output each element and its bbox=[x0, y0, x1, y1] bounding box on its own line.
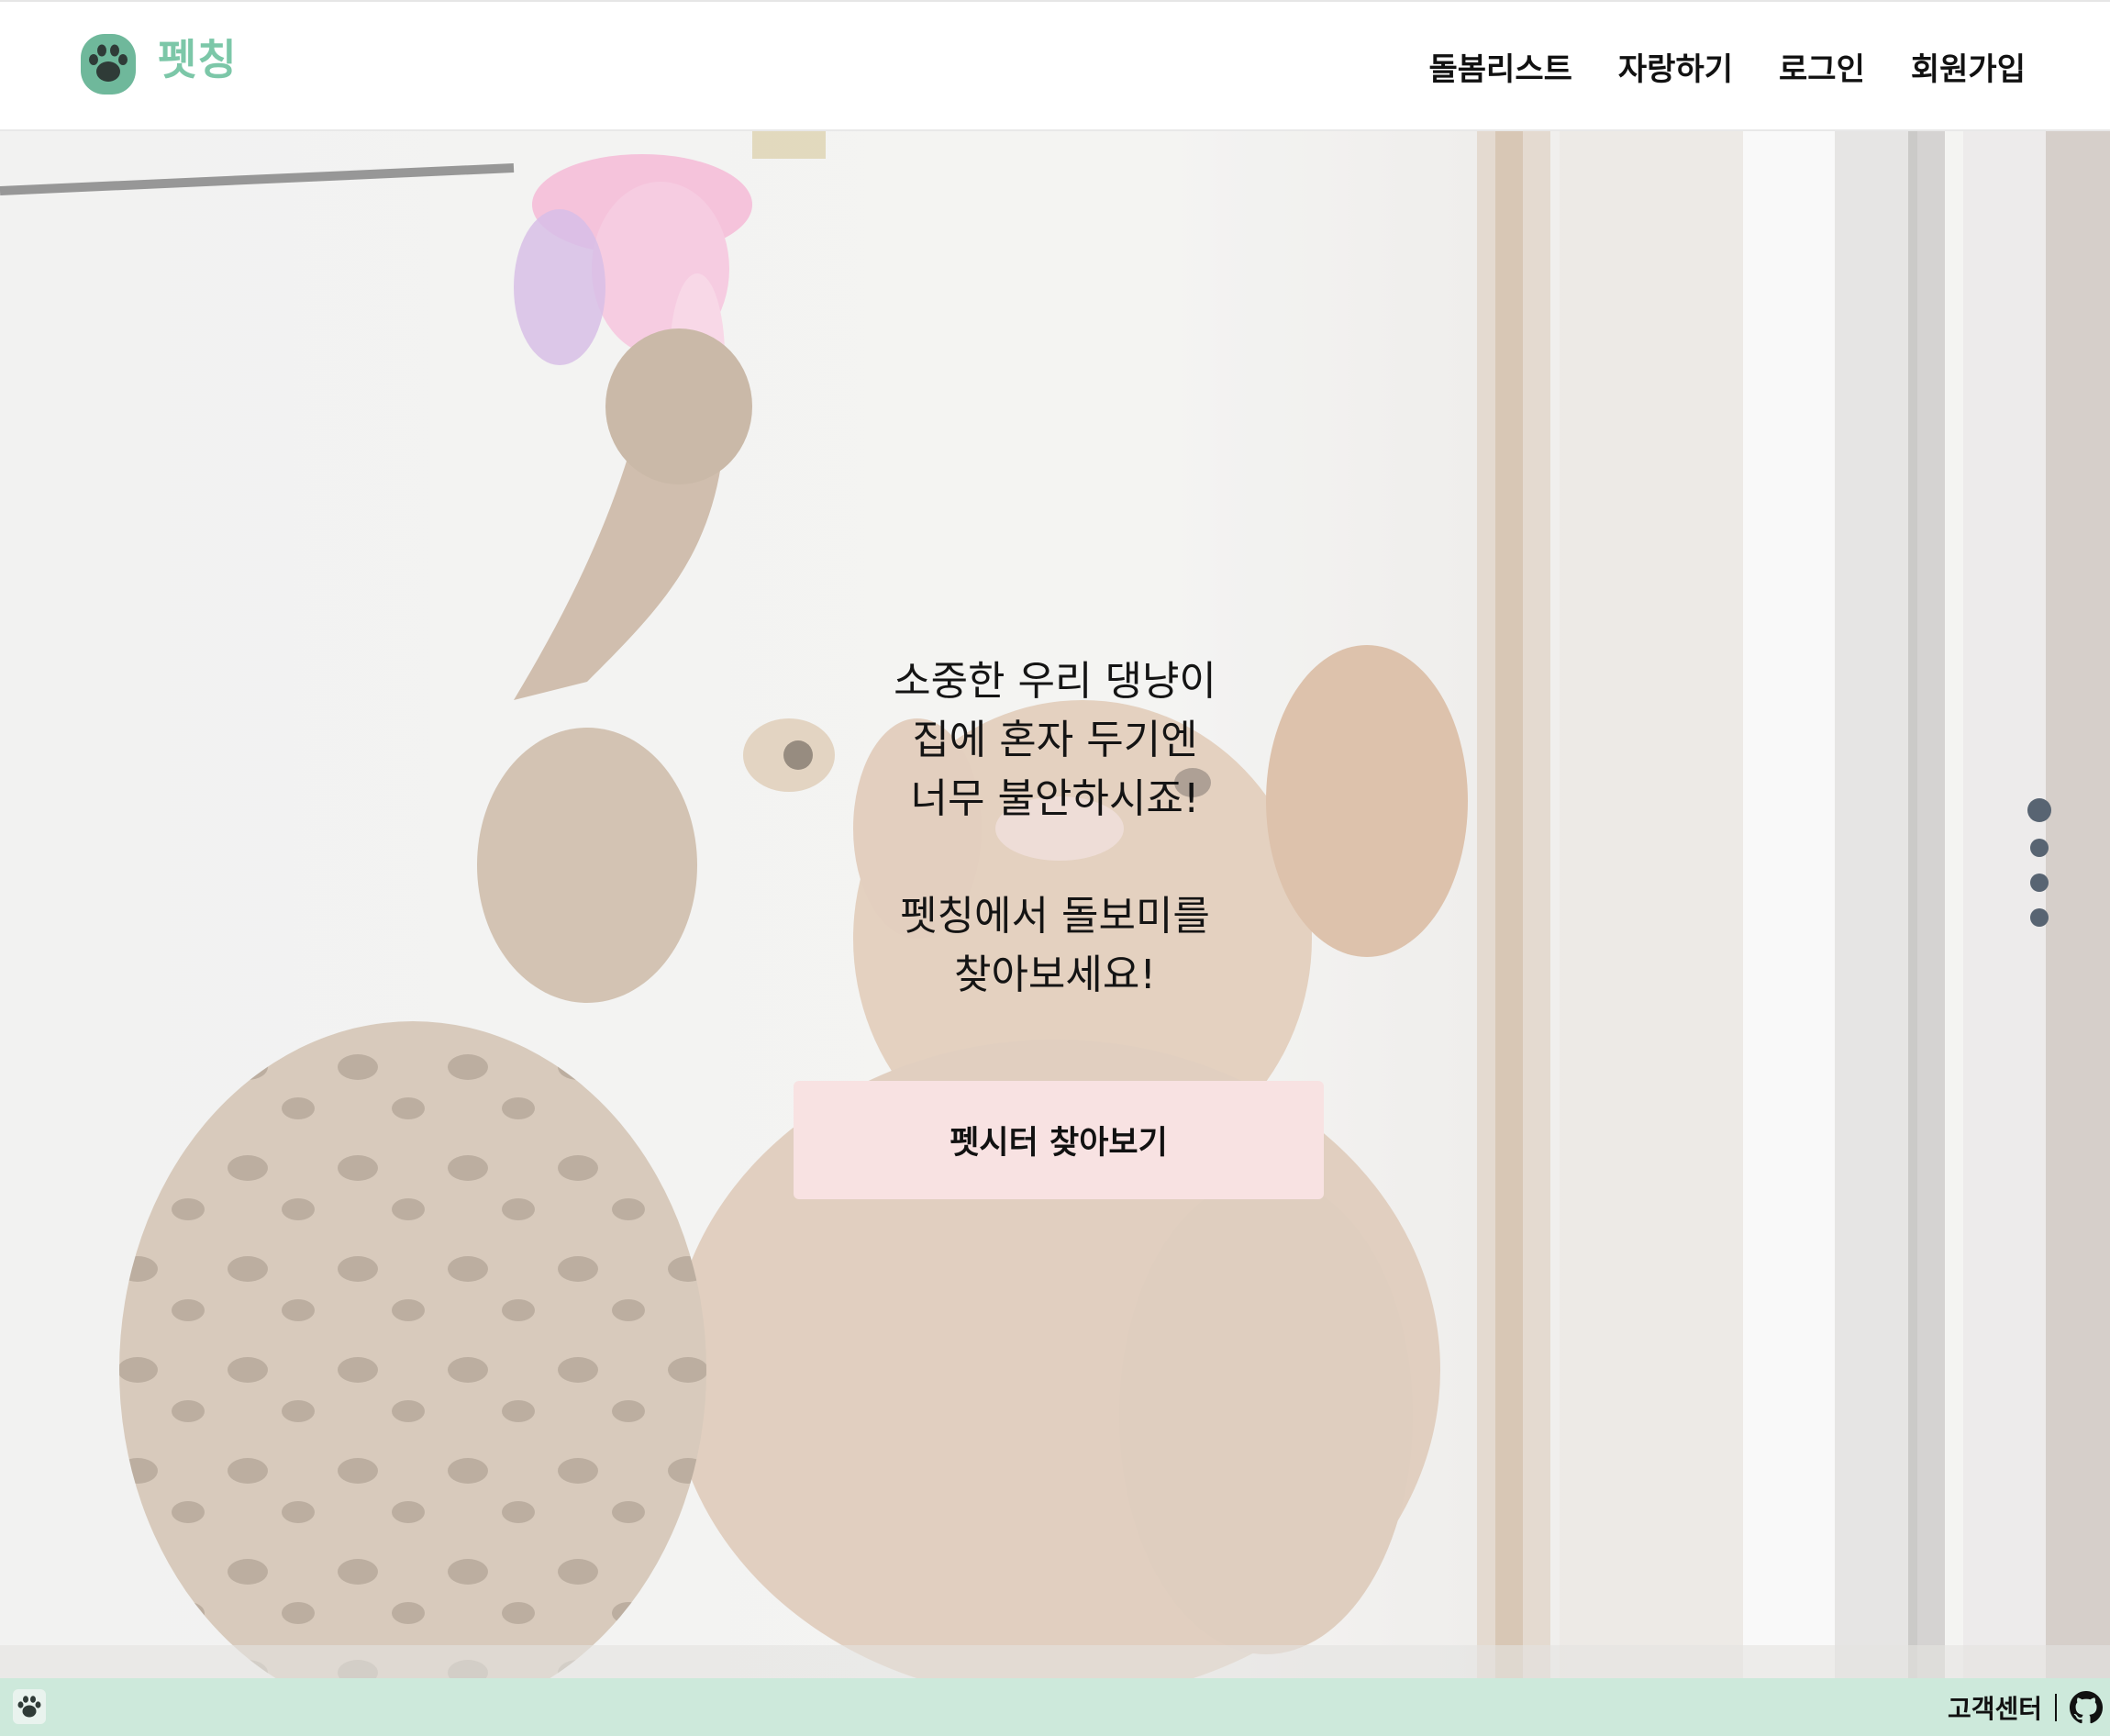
slider-dot-4[interactable] bbox=[2030, 908, 2049, 927]
nav-login[interactable]: 로그인 bbox=[1779, 44, 1865, 89]
hero-spacer bbox=[688, 829, 1422, 887]
paw-icon[interactable] bbox=[13, 1689, 46, 1724]
hero-line: 소중한 우리 댕냥이 bbox=[894, 658, 1216, 705]
slider-dot-1[interactable] bbox=[2027, 798, 2051, 822]
nav-signup[interactable]: 회원가입 bbox=[1911, 44, 2026, 89]
brand-name: 펫칭 bbox=[158, 35, 238, 84]
brand-logo[interactable]: 펫칭 bbox=[79, 29, 238, 99]
hero-line: 찾아보세요! bbox=[953, 951, 1157, 998]
find-petsitter-button[interactable]: 펫시터 찾아보기 bbox=[794, 1081, 1324, 1199]
slider-dot-2[interactable] bbox=[2030, 839, 2049, 857]
site-footer: 고객센터 bbox=[0, 1678, 2110, 1736]
page: 펫칭 돌봄리스트 자랑하기 로그인 회원가입 소중한 우리 댕냥이 집에 혼자 … bbox=[0, 0, 2110, 1736]
slider-pagination bbox=[2027, 798, 2051, 927]
customer-center-link[interactable]: 고객센터 bbox=[1948, 1689, 2042, 1726]
paw-icon bbox=[81, 34, 136, 95]
slider-dot-3[interactable] bbox=[2030, 874, 2049, 892]
nav-care-list[interactable]: 돌봄리스트 bbox=[1429, 44, 1572, 89]
footer-divider bbox=[2055, 1693, 2057, 1721]
site-header: 펫칭 돌봄리스트 자랑하기 로그인 회원가입 bbox=[0, 0, 2110, 131]
hero-line: 집에 혼자 두기엔 bbox=[912, 717, 1198, 763]
footer-links: 고객센터 bbox=[1948, 1678, 2103, 1736]
main-nav: 돌봄리스트 자랑하기 로그인 회원가입 bbox=[1429, 39, 2027, 94]
hero-banner: 소중한 우리 댕냥이 집에 혼자 두기엔 너무 불안하시죠! 펫칭에서 돌보미를… bbox=[0, 131, 2110, 1678]
hero-line: 펫칭에서 돌보미를 bbox=[900, 893, 1210, 940]
hero-line: 너무 불안하시죠! bbox=[910, 775, 1200, 822]
nav-show-off[interactable]: 자랑하기 bbox=[1618, 44, 1733, 89]
github-icon[interactable] bbox=[2070, 1690, 2103, 1724]
hero-headline: 소중한 우리 댕냥이 집에 혼자 두기엔 너무 불안하시죠! 펫칭에서 돌보미를… bbox=[688, 652, 1422, 1005]
